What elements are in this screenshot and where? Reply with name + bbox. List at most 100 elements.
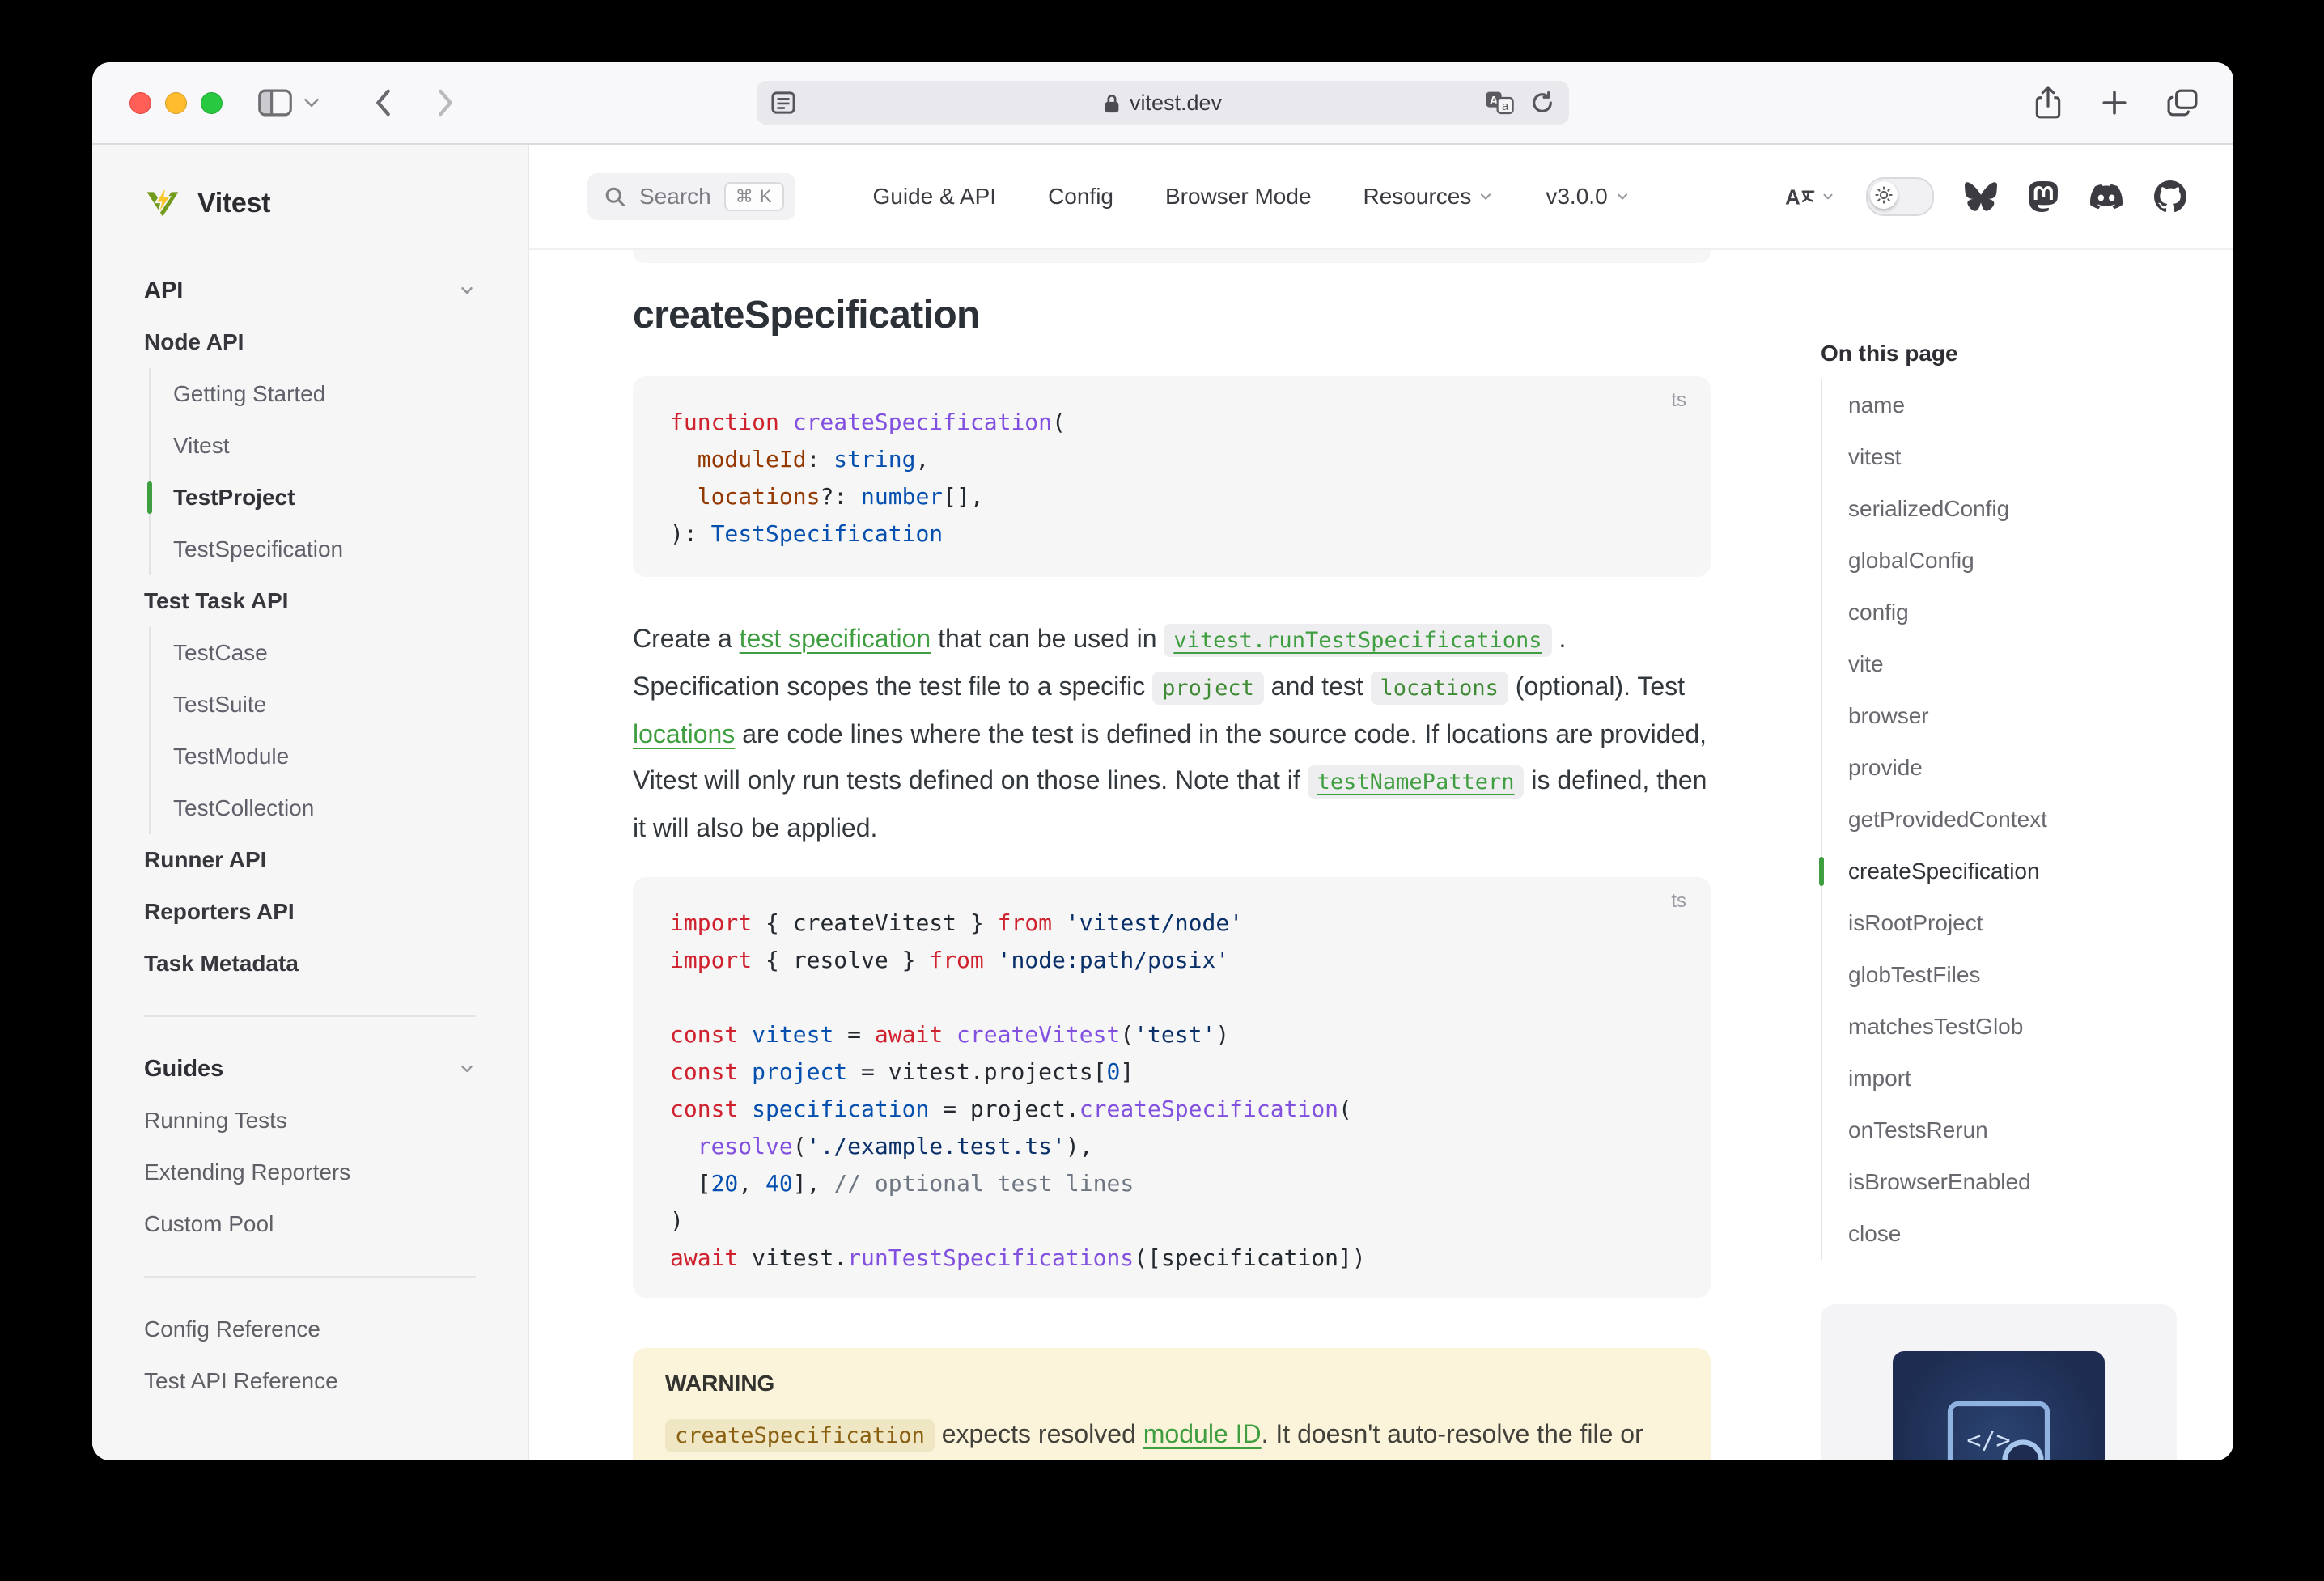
sidebar-item-task-metadata[interactable]: Task Metadata <box>144 938 528 990</box>
page-menu-button[interactable] <box>771 91 795 114</box>
nav-link-config[interactable]: Config <box>1048 184 1113 210</box>
tab-group-chevron-button[interactable] <box>303 97 320 108</box>
nav-link-guide-api[interactable]: Guide & API <box>873 184 997 210</box>
code-block-example: ts import { createVitest } from 'vitest/… <box>633 877 1711 1298</box>
sidebar-item-api[interactable]: API <box>144 265 528 316</box>
outline-item-vitest[interactable]: vitest <box>1822 431 2177 483</box>
sidebar-divider <box>144 1015 476 1017</box>
text-run: Create a <box>633 624 740 653</box>
translate-badge-button[interactable]: A a <box>1485 91 1514 115</box>
sidebar-item-running-tests[interactable]: Running Tests <box>144 1095 528 1147</box>
safari-window: vitest.dev A a <box>92 62 2233 1460</box>
code-monitor-icon: </> <box>1934 1384 2063 1460</box>
sidebar-item-runner-api[interactable]: Runner API <box>144 834 528 886</box>
nav-link-resources[interactable]: Resources <box>1363 184 1495 210</box>
sidebar-item-reporters-api[interactable]: Reporters API <box>144 886 528 938</box>
sidebar-item-testcollection[interactable]: TestCollection <box>149 782 528 834</box>
inline-code-link-vitest-runtestspecifications[interactable]: vitest.runTestSpecifications <box>1164 624 1551 657</box>
github-link[interactable] <box>2154 180 2186 213</box>
forward-button[interactable] <box>436 87 456 118</box>
sidebar-item-custom-pool[interactable]: Custom Pool <box>144 1198 528 1250</box>
bluesky-icon <box>1965 180 1997 213</box>
outline-item-matchestestglob[interactable]: matchesTestGlob <box>1822 1001 2177 1053</box>
sidebar-item-guides[interactable]: Guides <box>144 1043 528 1095</box>
sidebar-item-test-api-reference[interactable]: Test API Reference <box>144 1355 528 1407</box>
sidebar-item-getting-started[interactable]: Getting Started <box>149 368 528 420</box>
warning-text: createSpecification expects resolved mod… <box>665 1411 1678 1460</box>
back-button[interactable] <box>373 87 392 118</box>
minimize-window-button[interactable] <box>165 92 187 114</box>
zoom-window-button[interactable] <box>201 92 223 114</box>
previous-code-block-partial <box>633 250 1711 263</box>
svg-text:</>: </> <box>1966 1426 2010 1455</box>
chevron-down-icon <box>1821 189 1835 204</box>
sidebar-item-vitest[interactable]: Vitest <box>149 420 528 472</box>
back-arrow-icon <box>373 87 392 118</box>
tab-overview-button[interactable] <box>2167 89 2198 117</box>
outline-item-provide[interactable]: provide <box>1822 742 2177 794</box>
forward-arrow-icon <box>436 87 456 118</box>
svg-text:a: a <box>1502 100 1509 113</box>
sidebar-item-testspecification[interactable]: TestSpecification <box>149 523 528 575</box>
sidebar-item-testsuite[interactable]: TestSuite <box>149 679 528 731</box>
language-button[interactable]: A <box>1783 183 1835 210</box>
nav-link-v3-0-0[interactable]: v3.0.0 <box>1546 184 1630 210</box>
chevron-down-icon <box>303 97 320 108</box>
mastodon-link[interactable] <box>2028 180 2059 213</box>
inline-code-link-testnamepattern[interactable]: testNamePattern <box>1308 765 1525 799</box>
nav-links: Guide & API Config Browser Mode Resources v3… <box>873 184 1631 210</box>
outline-item-name[interactable]: name <box>1822 379 2177 431</box>
outline-item-vite[interactable]: vite <box>1822 638 2177 690</box>
url-display: vitest.dev <box>757 91 1569 116</box>
sidebar-item-node-api[interactable]: Node API <box>144 316 528 368</box>
address-bar[interactable]: vitest.dev A a <box>757 81 1569 125</box>
bluesky-link[interactable] <box>1965 180 1997 213</box>
github-icon <box>2154 180 2186 213</box>
reload-button[interactable] <box>1530 91 1554 115</box>
sidebar-divider <box>144 1276 476 1278</box>
sidebar-item-testmodule[interactable]: TestModule <box>149 731 528 782</box>
sidebar-item-extending-reporters[interactable]: Extending Reporters <box>144 1147 528 1198</box>
sponsor-box[interactable]: </> <box>1821 1304 2177 1460</box>
outline-item-globalconfig[interactable]: globalConfig <box>1822 535 2177 587</box>
outline-item-serializedconfig[interactable]: serializedConfig <box>1822 483 2177 535</box>
outline-item-close[interactable]: close <box>1822 1208 2177 1260</box>
outline-item-globtestfiles[interactable]: globTestFiles <box>1822 949 2177 1001</box>
outline-item-import[interactable]: import <box>1822 1053 2177 1104</box>
nav-link-browser-mode[interactable]: Browser Mode <box>1165 184 1312 210</box>
outline-item-browser[interactable]: browser <box>1822 690 2177 742</box>
outline-item-getprovidedcontext[interactable]: getProvidedContext <box>1822 794 2177 846</box>
sidebar-toggle-button[interactable] <box>258 88 292 117</box>
close-window-button[interactable] <box>129 92 151 114</box>
outline-item-isbrowserenabled[interactable]: isBrowserEnabled <box>1822 1156 2177 1208</box>
vitest-logo[interactable]: Vitest <box>144 180 528 226</box>
discord-link[interactable] <box>2089 180 2123 213</box>
svg-text:A: A <box>1785 187 1800 210</box>
sidebar-item-testcase[interactable]: TestCase <box>149 627 528 679</box>
sidebar-item-test-task-api[interactable]: Test Task API <box>144 575 528 627</box>
sidebar-item-config-reference[interactable]: Config Reference <box>144 1303 528 1355</box>
search-label: Search <box>639 184 711 210</box>
search-button[interactable]: Search ⌘ K <box>587 173 795 220</box>
translations-icon: A <box>1783 183 1816 210</box>
page-title: createSpecification <box>633 292 1711 339</box>
sidebar-item-testproject[interactable]: TestProject <box>149 472 528 523</box>
lock-icon <box>1104 92 1120 114</box>
outline-item-ontestsrerun[interactable]: onTestsRerun <box>1822 1104 2177 1156</box>
outline-item-isrootproject[interactable]: isRootProject <box>1822 897 2177 949</box>
inline-link-module-id[interactable]: module ID <box>1143 1419 1262 1448</box>
text-run: expects resolved <box>935 1419 1143 1448</box>
code-lines-0: function createSpecification( moduleId: … <box>670 404 1673 553</box>
new-tab-button[interactable] <box>2101 89 2128 117</box>
inline-link-test-specification[interactable]: test specification <box>740 624 931 653</box>
search-shortcut: ⌘ K <box>724 182 784 211</box>
theme-toggle[interactable] <box>1866 177 1934 216</box>
translate-icon: A a <box>1485 91 1514 115</box>
outline-item-config[interactable]: config <box>1822 587 2177 638</box>
inline-link-locations[interactable]: locations <box>633 719 735 748</box>
share-button[interactable] <box>2034 86 2062 120</box>
text-run: that can be used in <box>931 624 1164 653</box>
document-area: createSpecification ts function createSp… <box>529 250 2233 1460</box>
on-this-page: On this page namevitestserializedConfigg… <box>1821 250 2177 1460</box>
outline-item-createspecification[interactable]: createSpecification <box>1822 846 2177 897</box>
